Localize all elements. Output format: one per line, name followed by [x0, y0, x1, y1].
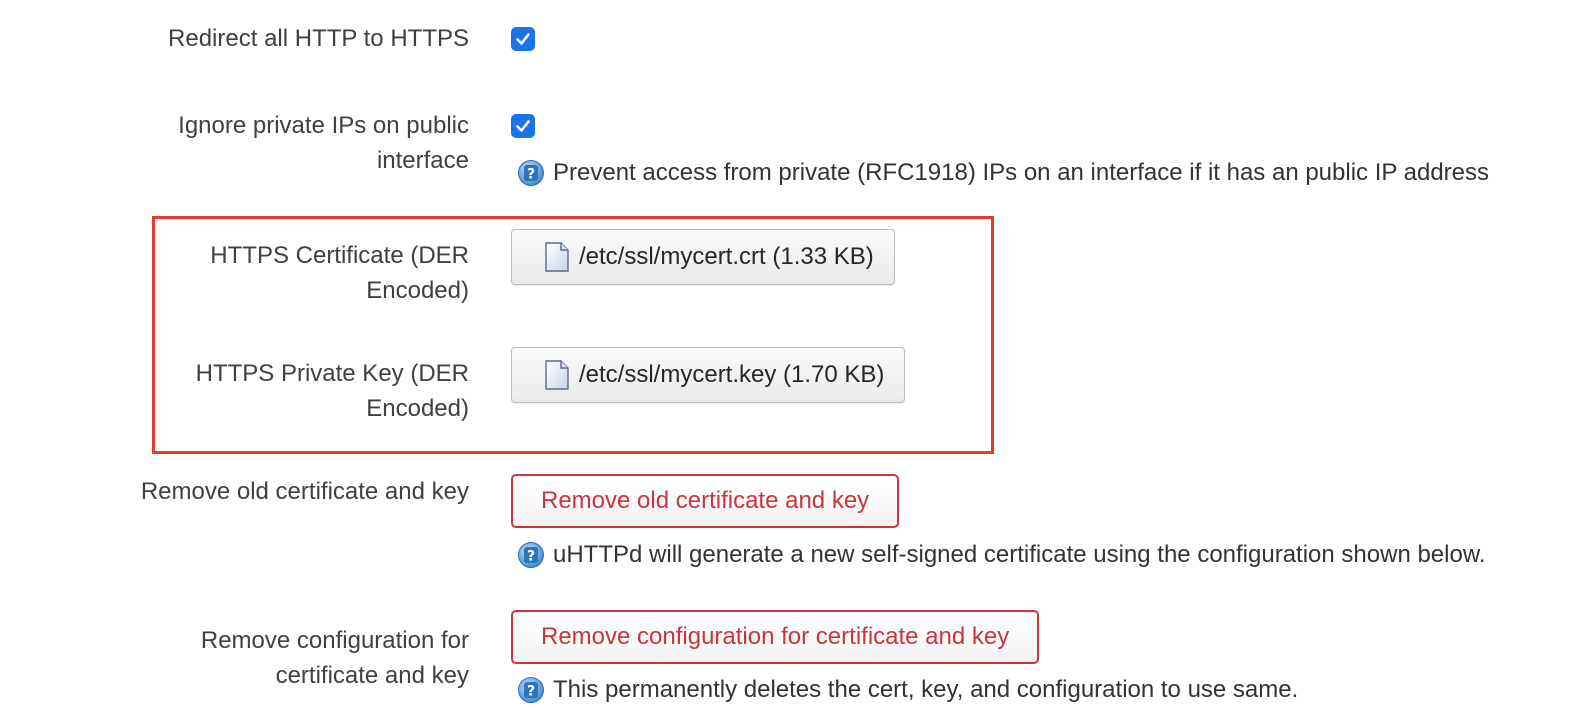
checkmark-icon: [516, 33, 530, 45]
https-private-key-label: HTTPS Private Key (DER Encoded): [195, 360, 469, 422]
redirect-https-checkbox[interactable]: [511, 27, 535, 51]
https-certificate-file-button[interactable]: /etc/ssl/mycert.crt (1.33 KB): [511, 229, 895, 285]
remove-old-cert-help: ? uHTTPd will generate a new self-signed…: [517, 540, 1486, 570]
checkmark-icon: [516, 120, 530, 132]
help-question-icon: ?: [518, 677, 544, 703]
settings-form: Redirect all HTTP to HTTPS Ignore privat…: [0, 0, 1592, 728]
file-icon: [545, 360, 569, 390]
redirect-https-label: Redirect all HTTP to HTTPS: [168, 25, 469, 52]
help-question-icon: ?: [518, 542, 544, 568]
svg-text:?: ?: [527, 167, 535, 183]
file-icon: [545, 242, 569, 272]
remove-old-cert-label: Remove old certificate and key: [140, 478, 469, 505]
help-question-icon: ?: [518, 160, 544, 186]
ignore-private-ips-help: ? Prevent access from private (RFC1918) …: [517, 158, 1489, 188]
remove-config-button[interactable]: Remove configuration for certificate and…: [511, 610, 1040, 664]
remove-config-label: Remove configuration for certificate and…: [200, 627, 469, 689]
svg-text:?: ?: [527, 684, 535, 700]
svg-text:?: ?: [527, 549, 535, 565]
ignore-private-ips-label: Ignore private IPs on public interface: [178, 112, 469, 174]
remove-old-cert-button[interactable]: Remove old certificate and key: [511, 474, 900, 528]
remove-config-help: ? This permanently deletes the cert, key…: [517, 675, 1298, 705]
https-certificate-label: HTTPS Certificate (DER Encoded): [210, 242, 469, 304]
https-private-key-file-button[interactable]: /etc/ssl/mycert.key (1.70 KB): [511, 347, 906, 403]
ignore-private-ips-checkbox[interactable]: [511, 114, 535, 138]
